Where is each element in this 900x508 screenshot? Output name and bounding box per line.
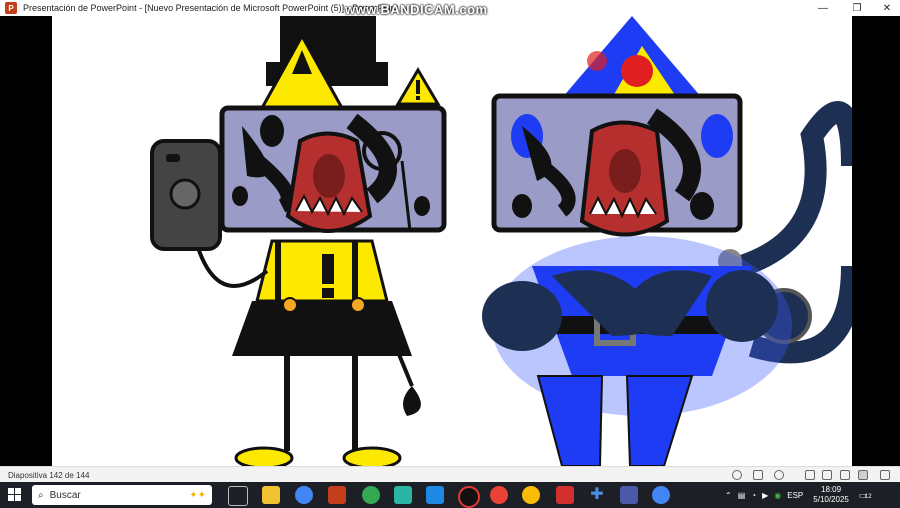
notification-count: 12 <box>864 493 872 500</box>
start-button[interactable] <box>0 482 30 508</box>
powerpoint-app-icon[interactable]: P <box>5 2 17 14</box>
clock-time: 18:09 <box>821 485 842 494</box>
winrar-icon[interactable] <box>556 486 574 504</box>
minimize-button[interactable]: — <box>808 0 838 16</box>
reading-view-icon[interactable] <box>840 470 850 480</box>
wifi-icon[interactable]: ◔ <box>751 491 756 500</box>
presenter-view-icon[interactable] <box>880 470 890 480</box>
search-icon: ⌕ <box>38 489 44 501</box>
maximize-button[interactable]: ❐ <box>842 0 872 16</box>
accessibility-icon[interactable] <box>732 470 742 480</box>
status-bar: Diapositiva 142 de 144 <box>0 466 900 483</box>
windows-icon <box>8 488 21 501</box>
plus-app-icon[interactable]: ✚ <box>588 486 606 504</box>
clock-date: 5/10/2025 <box>813 495 849 504</box>
chevron-up-icon[interactable]: ⌃ <box>725 491 732 500</box>
language-indicator[interactable]: ESP <box>787 491 803 500</box>
chrome-icon[interactable] <box>295 486 313 504</box>
slide-viewport <box>0 16 900 466</box>
slide-illustration <box>150 16 852 466</box>
sparkle-icon: ✦✦ <box>189 489 206 501</box>
window-title: Presentación de PowerPoint - [Nuevo Pres… <box>23 3 399 13</box>
blue-character <box>482 16 852 466</box>
slide-canvas[interactable] <box>52 16 852 466</box>
slide-counter: Diapositiva 142 de 144 <box>8 470 90 480</box>
search-box[interactable]: ⌕ Buscar ✦✦ <box>32 485 212 505</box>
powerpoint-taskbar-icon[interactable] <box>328 486 346 504</box>
record-icon[interactable] <box>458 486 480 508</box>
play-icon[interactable]: ▶ <box>762 491 768 500</box>
photo-app-icon[interactable] <box>620 486 638 504</box>
task-view-icon[interactable] <box>228 486 248 506</box>
file-explorer-icon[interactable] <box>262 486 280 504</box>
chrome-profile-2-icon[interactable] <box>490 486 508 504</box>
yellow-character <box>150 16 447 466</box>
recording-watermark: www.BANDICAM.com <box>345 2 488 17</box>
comments-icon[interactable] <box>774 470 784 480</box>
slide-sorter-view-icon[interactable] <box>822 470 832 480</box>
status-green-icon[interactable]: ◉ <box>774 491 781 500</box>
normal-view-icon[interactable] <box>805 470 815 480</box>
editor-app-icon[interactable] <box>394 486 412 504</box>
system-tray: ⌃ ▤ ◔ ▶ ◉ ESP 18:09 5/10/2025 ▭ 12 <box>725 482 872 508</box>
chrome-profile-3-icon[interactable] <box>522 486 540 504</box>
chrome-profile-4-icon[interactable] <box>652 486 670 504</box>
slideshow-view-icon[interactable] <box>858 470 868 480</box>
notes-icon[interactable] <box>753 470 763 480</box>
paint-app-icon[interactable] <box>426 486 444 504</box>
network-icon[interactable]: ▤ <box>738 491 746 500</box>
chrome-profile-icon[interactable] <box>362 486 380 504</box>
title-bar: P Presentación de PowerPoint - [Nuevo Pr… <box>0 0 900 17</box>
clock[interactable]: 18:09 5/10/2025 <box>813 485 849 505</box>
notification-icon[interactable]: ▭ 12 <box>859 491 872 500</box>
search-placeholder: Buscar <box>49 489 81 501</box>
close-button[interactable]: ✕ <box>872 0 900 16</box>
